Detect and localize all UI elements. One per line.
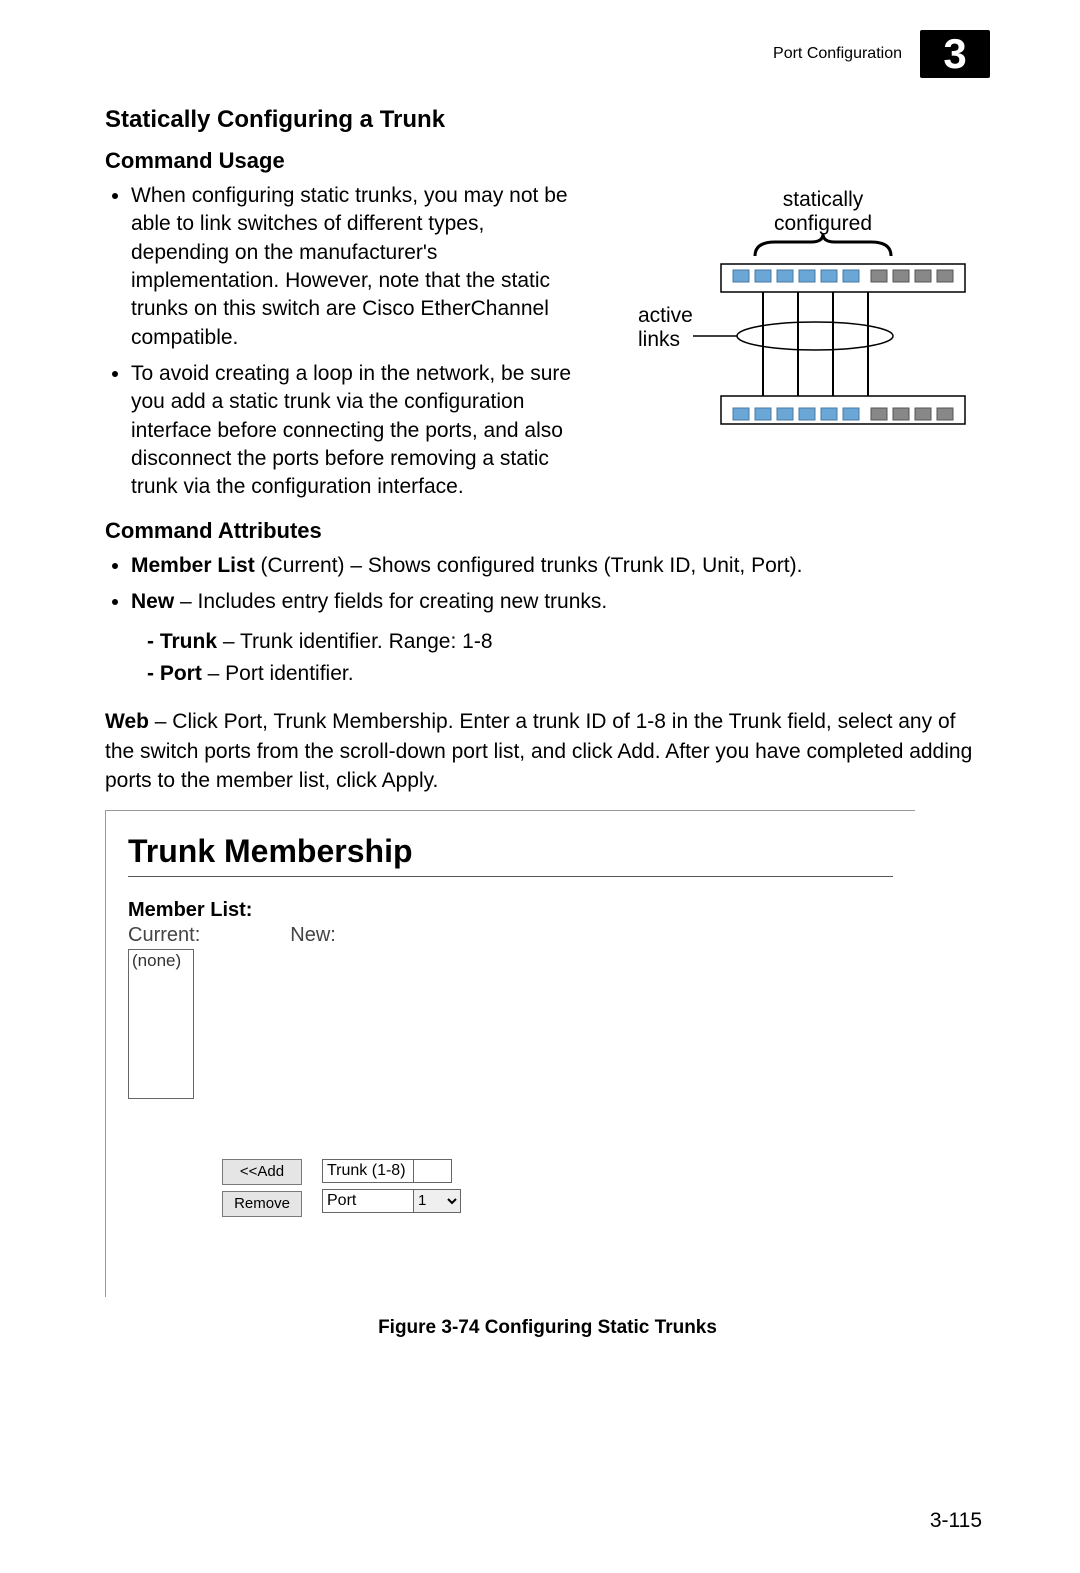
web-bold: Web xyxy=(105,710,149,733)
attr-port-rest: – Port identifier. xyxy=(202,662,354,685)
attr-sub-bullets: Trunk – Trunk identifier. Range: 1-8 Por… xyxy=(105,626,990,689)
header-title: Port Configuration xyxy=(773,45,902,63)
current-listbox[interactable]: (none) xyxy=(128,949,194,1099)
figure-caption: Figure 3-74 Configuring Static Trunks xyxy=(105,1317,990,1339)
chapter-badge: 3 xyxy=(920,30,990,78)
trunk-input[interactable] xyxy=(414,1159,452,1183)
attr-bullets: Member List (Current) – Shows configured… xyxy=(105,552,990,617)
attr-port-bold: Port xyxy=(160,662,202,685)
diagram-label-links: links xyxy=(638,328,680,351)
section-heading: Statically Configuring a Trunk xyxy=(105,106,990,134)
usage-bullet-1: When configuring static trunks, you may … xyxy=(131,182,575,352)
listbox-none: (none) xyxy=(132,951,181,970)
attr-member-list-bold: Member List xyxy=(131,554,255,577)
page-header: Port Configuration 3 xyxy=(105,30,990,78)
attr-trunk-rest: – Trunk identifier. Range: 1-8 xyxy=(217,630,493,653)
web-rest: – Click Port, Trunk Membership. Enter a … xyxy=(105,710,972,792)
port-field-label: Port xyxy=(322,1189,414,1213)
usage-bullet-2: To avoid creating a loop in the network,… xyxy=(131,360,575,502)
attr-trunk: Trunk – Trunk identifier. Range: 1-8 xyxy=(147,626,990,658)
attr-new: New – Includes entry fields for creating… xyxy=(131,588,990,616)
diagram-label-top: statically xyxy=(783,188,864,211)
attr-new-rest: – Includes entry fields for creating new… xyxy=(174,590,607,613)
diagram-label-active: active xyxy=(638,304,693,327)
trunk-field-label: Trunk (1-8) xyxy=(322,1159,414,1183)
new-label: New: xyxy=(290,924,336,947)
trunk-membership-panel: Trunk Membership Member List: Current: (… xyxy=(105,810,915,1297)
attr-new-bold: New xyxy=(131,590,174,613)
usage-bullets: When configuring static trunks, you may … xyxy=(105,182,575,502)
command-attributes-heading: Command Attributes xyxy=(105,518,990,544)
current-label: Current: xyxy=(128,924,200,947)
attr-member-list-rest: (Current) – Shows configured trunks (Tru… xyxy=(255,554,803,577)
command-usage-heading: Command Usage xyxy=(105,148,990,174)
web-paragraph: Web – Click Port, Trunk Membership. Ente… xyxy=(105,707,990,795)
remove-button[interactable]: Remove xyxy=(222,1191,302,1217)
add-button[interactable]: <<Add xyxy=(222,1159,302,1185)
attr-trunk-bold: Trunk xyxy=(160,630,217,653)
diagram-label-top2: configured xyxy=(774,212,872,235)
panel-rule xyxy=(128,876,893,877)
panel-title: Trunk Membership xyxy=(128,833,893,870)
member-list-label: Member List: xyxy=(128,899,893,922)
attr-port: Port – Port identifier. xyxy=(147,658,990,690)
attr-member-list: Member List (Current) – Shows configured… xyxy=(131,552,990,580)
page-number: 3-115 xyxy=(105,1509,990,1533)
port-select[interactable]: 1 xyxy=(413,1189,461,1213)
trunk-diagram: statically configured xyxy=(593,182,990,451)
